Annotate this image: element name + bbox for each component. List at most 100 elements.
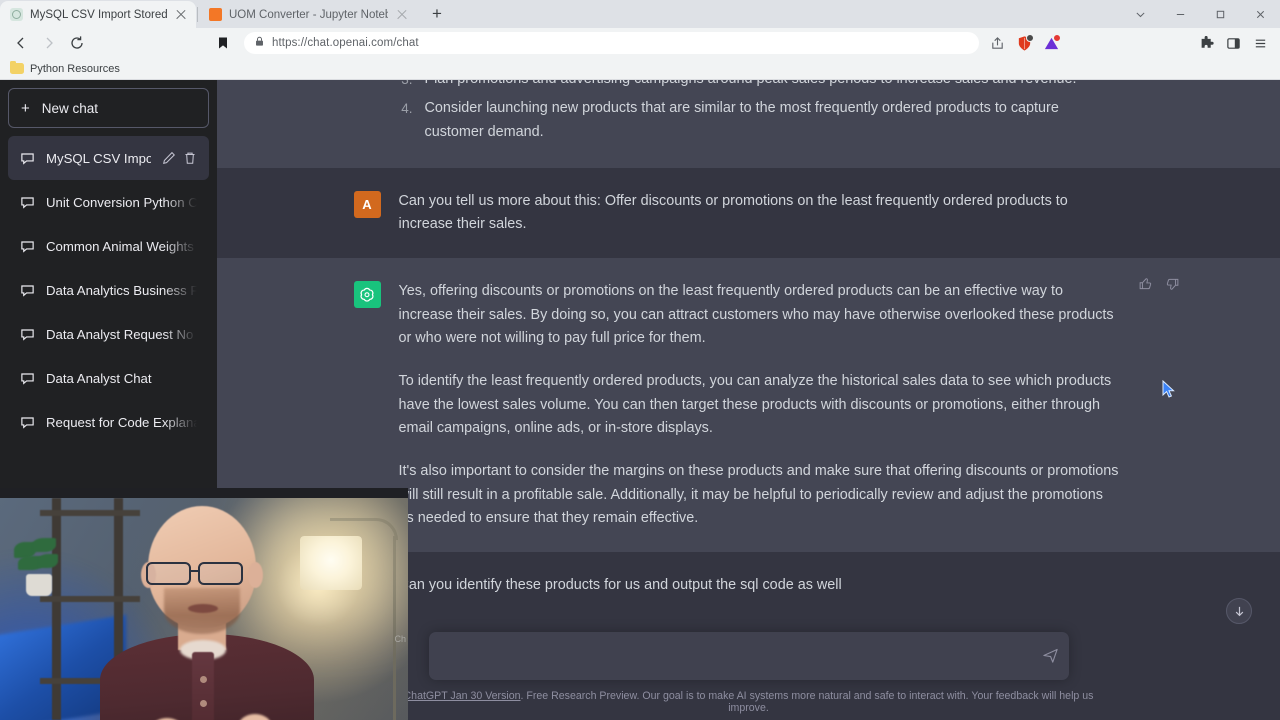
message-paragraph: Can you tell us more about this: Offer d… — [398, 192, 1068, 233]
sidebar-item-label: Request for Code Explanation — [46, 414, 197, 430]
pencil-icon[interactable] — [162, 151, 176, 165]
version-link[interactable]: ChatGPT Jan 30 Version — [404, 690, 521, 702]
reload-icon[interactable] — [64, 30, 90, 56]
message-row-user: A Can you tell us more about this: Offer… — [217, 167, 1280, 259]
jupyter-favicon — [209, 8, 222, 21]
webcam-plant — [12, 538, 64, 596]
sidebar-item-mysql-csv-import[interactable]: MySQL CSV Import Stor — [8, 136, 209, 180]
sidebar-item-label: Data Analyst Request No Data — [46, 326, 197, 342]
notification-badge — [1053, 34, 1061, 42]
chatgpt-favicon — [10, 8, 23, 21]
message-paragraph: It's also important to consider the marg… — [398, 463, 1119, 526]
maximize-icon[interactable] — [1200, 0, 1240, 28]
sidebar-item-data-analyst-request[interactable]: Data Analyst Request No Data — [8, 312, 209, 356]
new-chat-button[interactable]: + New chat — [8, 88, 209, 128]
minimize-icon[interactable] — [1160, 0, 1200, 28]
message-row-assistant-clipped: 3. Plan promotions and advertising campa… — [217, 80, 1280, 168]
thumbs-down-icon[interactable] — [1164, 276, 1180, 297]
list-item-number: 4. — [401, 101, 413, 117]
webcam-lamp-pole — [393, 536, 396, 720]
list-item-text: Consider launching new products that are… — [424, 100, 1059, 140]
browser-tab-jupyter[interactable]: UOM Converter - Jupyter Notebook — [199, 1, 417, 28]
webcam-person — [96, 504, 316, 720]
chat-bubble-icon — [20, 283, 35, 298]
chat-bubble-icon — [20, 239, 35, 254]
address-bar[interactable]: https://chat.openai.com/chat — [244, 32, 979, 54]
forward-arrow-icon — [36, 30, 62, 56]
message-text: Can you identify these products for us a… — [399, 574, 1120, 602]
message-input-container[interactable] — [428, 632, 1069, 680]
back-arrow-icon[interactable] — [8, 30, 34, 56]
new-tab-button[interactable]: + — [423, 0, 451, 28]
message-text: Can you tell us more about this: Offer d… — [399, 190, 1120, 237]
browser-window: MySQL CSV Import Stored Proce UOM Conver… — [0, 0, 1280, 720]
message-paragraph: Yes, offering discounts or promotions on… — [398, 283, 1114, 347]
chat-bubble-icon — [20, 327, 35, 342]
message-paragraph: To identify the least frequently ordered… — [398, 373, 1112, 436]
browser-toolbar: https://chat.openai.com/chat — [0, 28, 1280, 58]
mouse-cursor — [1162, 379, 1176, 400]
send-paper-plane-icon[interactable] — [1042, 647, 1059, 669]
folder-icon — [10, 60, 24, 74]
grammarly-icon[interactable] — [1039, 31, 1063, 55]
list-item: 4. Consider launching new products that … — [399, 97, 1120, 144]
new-chat-label: New chat — [41, 100, 99, 116]
sidebar-item-actions — [162, 151, 197, 165]
bookmark-item-python-resources[interactable]: Python Resources — [30, 63, 120, 75]
tab-title: MySQL CSV Import Stored Proce — [30, 8, 167, 21]
close-icon[interactable] — [1240, 0, 1280, 28]
sidebar-item-data-analyst-chat[interactable]: Data Analyst Chat — [8, 356, 209, 400]
list-item-text: Plan promotions and advertising campaign… — [425, 80, 1120, 91]
footer-text: . Free Research Preview. Our goal is to … — [520, 690, 1094, 714]
share-icon[interactable] — [985, 31, 1009, 55]
webcam-top-band — [0, 488, 408, 498]
presenter-webcam-overlay: Ch — [0, 488, 408, 720]
plus-icon: + — [21, 99, 30, 117]
tab-divider — [197, 6, 198, 22]
puzzle-icon[interactable] — [1194, 31, 1218, 55]
close-icon[interactable] — [395, 8, 409, 22]
trash-icon[interactable] — [183, 151, 197, 165]
bookmark-filled-icon[interactable] — [210, 30, 236, 56]
sidebar-item-label: Data Analytics Business Features — [46, 282, 197, 298]
browser-tab-chatgpt[interactable]: MySQL CSV Import Stored Proce — [0, 1, 196, 28]
list-item-number: 3. — [399, 80, 412, 91]
sidebar-item-label: Data Analyst Chat — [46, 370, 152, 386]
sidebar-item-label: MySQL CSV Import Stor — [46, 150, 151, 166]
window-controls — [1120, 0, 1280, 28]
toolbar-actions — [985, 31, 1272, 55]
message-text: Yes, offering discounts or promotions on… — [399, 280, 1120, 530]
sidebar-item-request-code-explanation[interactable]: Request for Code Explanation — [8, 400, 209, 444]
bookmarks-bar: Python Resources — [0, 58, 1280, 80]
chevron-down-icon[interactable] — [1120, 0, 1160, 28]
chat-bubble-icon — [20, 195, 35, 210]
chat-bubble-icon — [20, 371, 35, 386]
list-item: 3. Plan promotions and advertising campa… — [399, 80, 1120, 91]
lock-icon — [254, 36, 265, 50]
footer-disclaimer: ChatGPT Jan 30 Version. Free Research Pr… — [399, 690, 1099, 714]
close-icon[interactable] — [174, 8, 188, 22]
webcam-caption: Ch — [394, 634, 406, 644]
sidebar-item-data-analytics-business[interactable]: Data Analytics Business Features — [8, 268, 209, 312]
address-bar-url: https://chat.openai.com/chat — [272, 37, 419, 49]
sidebar-item-label: Unit Conversion Python Code — [46, 194, 197, 210]
sidebar-item-label: Common Animal Weights List — [46, 238, 197, 254]
scroll-to-bottom-icon[interactable] — [1226, 598, 1252, 624]
shields-count-badge — [1026, 34, 1034, 42]
tab-title: UOM Converter - Jupyter Notebook — [229, 8, 388, 21]
sidebar-item-common-animal-weights[interactable]: Common Animal Weights List — [8, 224, 209, 268]
sidebar-panel-icon[interactable] — [1221, 31, 1245, 55]
message-paragraph: Can you identify these products for us a… — [398, 577, 842, 594]
chat-bubble-icon — [20, 151, 35, 166]
message-feedback-actions — [1138, 276, 1180, 297]
thumbs-up-icon[interactable] — [1138, 276, 1154, 297]
brave-shields-icon[interactable] — [1012, 31, 1036, 55]
chatgpt-logo-icon — [353, 281, 381, 309]
hamburger-menu-icon[interactable] — [1248, 31, 1272, 55]
tab-strip: MySQL CSV Import Stored Proce UOM Conver… — [0, 0, 1280, 28]
clipped-list: 3. Plan promotions and advertising campa… — [399, 80, 1120, 150]
chat-history-list: MySQL CSV Import Stor Unit Conve — [8, 136, 209, 444]
chat-bubble-icon — [20, 415, 35, 430]
sidebar-item-unit-conversion[interactable]: Unit Conversion Python Code — [8, 180, 209, 224]
avatar: A — [353, 190, 381, 218]
